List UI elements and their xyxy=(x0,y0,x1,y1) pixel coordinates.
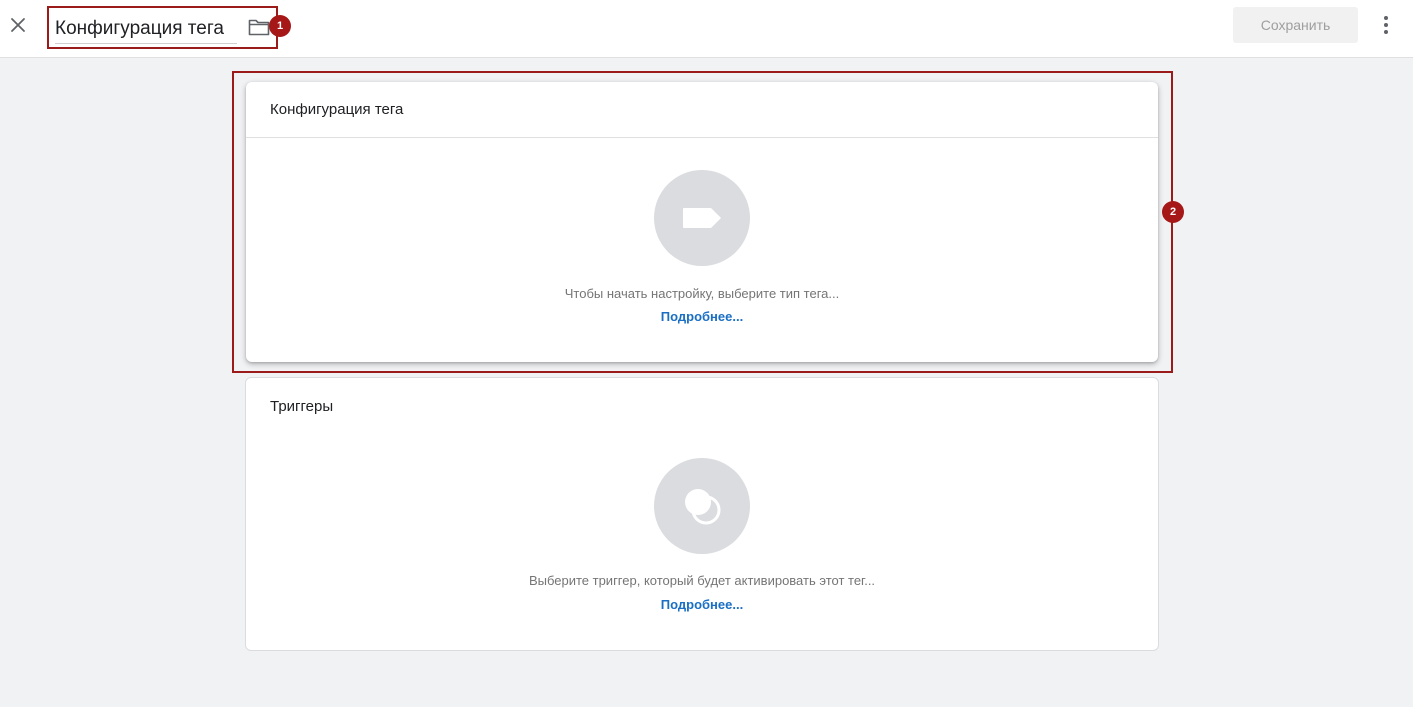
annotation-badge-2: 2 xyxy=(1162,201,1184,223)
close-button[interactable] xyxy=(4,11,32,39)
tag-title-input[interactable] xyxy=(55,14,237,44)
trigger-icon xyxy=(685,489,721,525)
triggers-card: Триггеры Выберите триггер, который будет… xyxy=(245,377,1159,651)
more-vert-icon xyxy=(1384,16,1388,20)
folder-button[interactable] xyxy=(248,17,270,37)
choose-tag-type-button[interactable] xyxy=(654,170,750,266)
tag-icon xyxy=(683,208,721,228)
top-bar: 1 Сохранить xyxy=(0,0,1413,58)
card-title: Конфигурация тега xyxy=(270,101,404,118)
config-learn-more-link[interactable]: Подробнее... xyxy=(246,309,1158,324)
close-icon xyxy=(11,18,25,32)
save-button[interactable]: Сохранить xyxy=(1233,7,1358,43)
annotation-badge-1: 1 xyxy=(269,15,291,37)
card-title: Триггеры xyxy=(270,398,334,415)
config-hint-text: Чтобы начать настройку, выберите тип тег… xyxy=(564,286,840,301)
tag-configuration-card: Конфигурация тега Чтобы начать настройку… xyxy=(246,82,1158,362)
triggers-learn-more-link[interactable]: Подробнее... xyxy=(246,597,1158,612)
card-header: Конфигурация тега xyxy=(246,82,1158,138)
folder-icon xyxy=(248,19,270,36)
tag-title-highlight xyxy=(47,6,278,49)
choose-trigger-button[interactable] xyxy=(654,458,750,554)
more-options-button[interactable] xyxy=(1374,12,1398,38)
triggers-hint-text: Выберите триггер, который будет активиро… xyxy=(528,573,876,588)
